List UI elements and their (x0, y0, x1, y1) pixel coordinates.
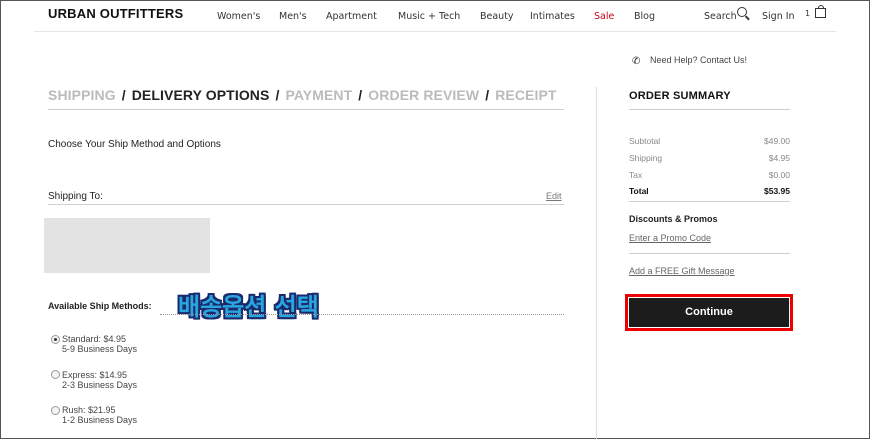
discounts-title: Discounts & Promos (629, 214, 718, 224)
annotation-overlay: 배송옵션 선택 (178, 293, 319, 321)
total-label: Total (629, 186, 649, 196)
ship-option-label: Standard: $4.95 (62, 334, 127, 344)
radio-standard[interactable] (51, 335, 60, 344)
ship-option-label: Express: $14.95 (62, 370, 128, 380)
nav-apartment[interactable]: Apartment (326, 11, 377, 22)
radio-express[interactable] (51, 370, 60, 379)
order-summary-title: ORDER SUMMARY (629, 90, 731, 102)
shipping-address-block (44, 218, 210, 273)
column-divider (596, 87, 597, 439)
nav-beauty[interactable]: Beauty (480, 11, 514, 22)
shipping-to-label: Shipping To: (48, 191, 103, 202)
nav-womens[interactable]: Women's (217, 11, 260, 22)
gift-message-link[interactable]: Add a FREE Gift Message (629, 266, 735, 276)
step-order-review: ORDER REVIEW (368, 87, 480, 103)
site-logo[interactable]: URBAN OUTFITTERS (48, 6, 183, 21)
ship-option-rush[interactable]: Rush: $21.95 1-2 Business Days (62, 405, 137, 425)
shipping-to-divider (48, 204, 564, 205)
shipping-value: $4.95 (768, 153, 790, 163)
tax-value: $0.00 (768, 170, 790, 180)
step-payment: PAYMENT (285, 87, 353, 103)
step-receipt: RECEIPT (495, 87, 557, 103)
subtotal-value: $49.00 (764, 136, 790, 146)
edit-address-link[interactable]: Edit (546, 191, 562, 201)
subtotal-label: Subtotal (629, 136, 661, 146)
ship-option-label: Rush: $21.95 (62, 405, 116, 415)
checkout-steps: SHIPPING / DELIVERY OPTIONS / PAYMENT / ORDER … (48, 87, 557, 103)
nav-intimates[interactable]: Intimates (530, 11, 575, 22)
nav-mens[interactable]: Men's (279, 11, 307, 22)
total-value: $53.95 (764, 186, 790, 196)
help-link[interactable]: Need Help? Contact Us! (650, 55, 747, 65)
nav-sale[interactable]: Sale (594, 11, 614, 22)
promo-code-link[interactable]: Enter a Promo Code (629, 233, 711, 243)
step-separator: / (121, 87, 126, 103)
radio-rush[interactable] (51, 406, 60, 415)
header-divider (34, 31, 836, 32)
totals-divider (629, 201, 790, 202)
signin-link[interactable]: Sign In (762, 11, 795, 22)
ship-option-days: 5-9 Business Days (62, 344, 138, 354)
step-separator: / (358, 87, 363, 103)
step-shipping[interactable]: SHIPPING (48, 87, 116, 103)
step-separator: / (275, 87, 280, 103)
search-icon[interactable] (737, 7, 747, 17)
ship-option-days: 2-3 Business Days (62, 380, 138, 390)
summary-divider (629, 109, 790, 110)
steps-divider (48, 109, 564, 110)
ship-methods-divider (160, 314, 564, 315)
step-separator: / (485, 87, 490, 103)
tax-label: Tax (629, 170, 643, 180)
ship-option-days: 1-2 Business Days (62, 415, 138, 425)
ship-option-express[interactable]: Express: $14.95 2-3 Business Days (62, 370, 137, 390)
step-delivery-options: DELIVERY OPTIONS (131, 87, 270, 103)
continue-button[interactable]: Continue (629, 298, 789, 327)
bag-count: 1 (805, 9, 811, 18)
intro-text: Choose Your Ship Method and Options (48, 139, 221, 150)
search-link[interactable]: Search (704, 11, 737, 22)
nav-blog[interactable]: Blog (634, 11, 655, 22)
nav-music-tech[interactable]: Music + Tech (398, 11, 460, 22)
ship-option-standard[interactable]: Standard: $4.95 5-9 Business Days (62, 334, 137, 354)
phone-icon: ✆ (632, 56, 641, 67)
shopping-bag-icon[interactable] (815, 5, 826, 18)
shipping-label: Shipping (629, 153, 663, 163)
promo-divider (629, 253, 790, 254)
available-ship-methods-label: Available Ship Methods: (48, 301, 152, 311)
